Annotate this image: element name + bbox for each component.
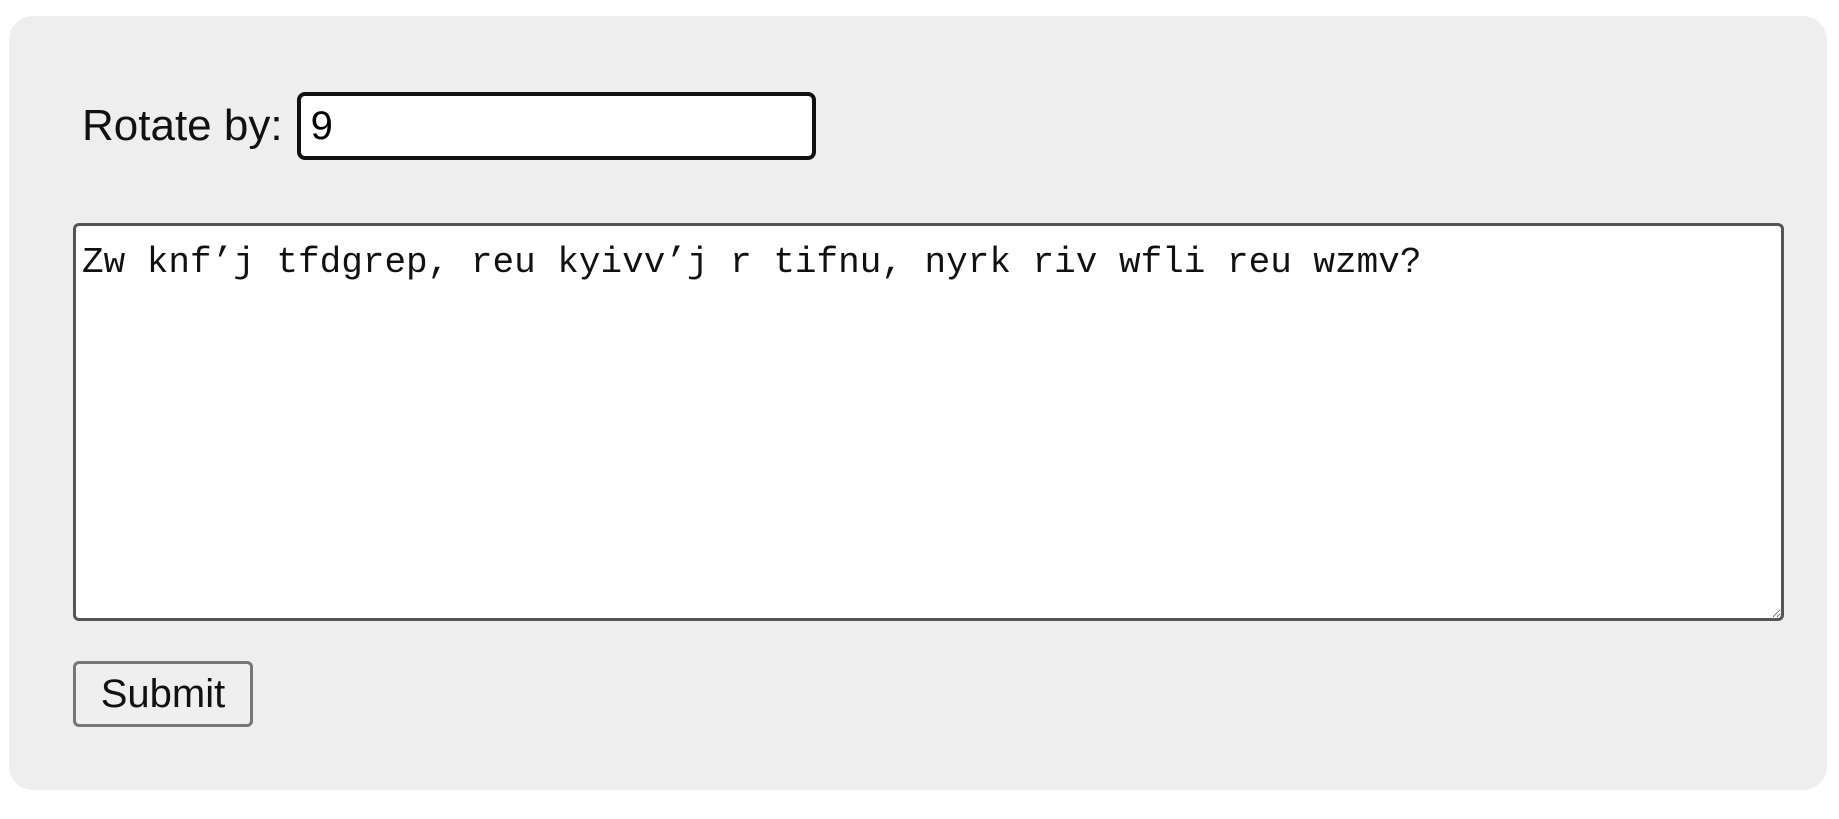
rotate-label: Rotate by: — [82, 101, 283, 150]
rotate-input[interactable] — [296, 92, 816, 160]
rotate-row: Rotate by: — [82, 92, 816, 160]
message-textarea[interactable]: Zw knf’j tfdgrep, reu kyivv’j r tifnu, n… — [73, 223, 1784, 621]
submit-button[interactable]: Submit — [73, 661, 253, 727]
